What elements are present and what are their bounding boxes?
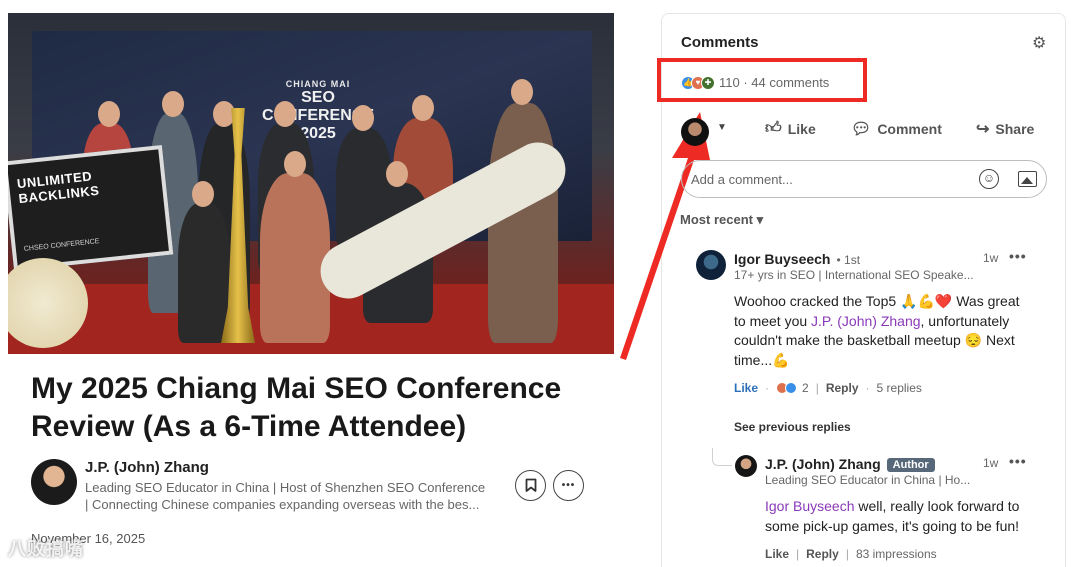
hero-person	[178, 203, 230, 343]
comment-actions: Like · 2 | Reply · 5 replies	[734, 381, 922, 395]
hero-person-head	[284, 151, 306, 177]
reply-author-name[interactable]: J.P. (John) Zhang Author	[765, 456, 935, 472]
chevron-down-icon[interactable]: ▼	[717, 122, 727, 133]
reply-reply-button[interactable]: Reply	[806, 547, 839, 561]
hero-person-head	[192, 181, 214, 207]
reply-author-avatar[interactable]	[735, 455, 757, 477]
author-bio-line-2: | Connecting Chinese companies expanding…	[85, 497, 480, 512]
article-more-button[interactable]: •••	[553, 470, 584, 501]
emoji-icon[interactable]: ☺	[979, 169, 999, 189]
save-article-button[interactable]	[515, 470, 546, 501]
comment-mention-link[interactable]: J.P. (John) Zhang	[811, 313, 920, 329]
comments-panel-title: Comments	[681, 34, 759, 51]
comment-reply-button[interactable]: Reply	[826, 381, 859, 395]
hero-person-head	[511, 79, 533, 105]
reply-body: Igor Buyseech well, really look forward …	[765, 497, 1040, 536]
share-button[interactable]: ↪ Share	[976, 119, 1034, 139]
more-horizontal-icon: •••	[561, 480, 576, 491]
like-button[interactable]: 👍︎ Like	[765, 119, 816, 138]
reply-mention-link[interactable]: Igor Buyseech	[765, 498, 855, 514]
hero-person	[488, 103, 558, 343]
reply-impressions: 83 impressions	[855, 547, 937, 561]
current-user-avatar[interactable]	[681, 118, 709, 146]
watermark-logo: 八败搞嘴	[8, 539, 84, 559]
commenter-avatar[interactable]	[696, 250, 726, 280]
thumbs-up-icon: 👍︎	[765, 120, 782, 137]
article-hero-image: CHIANG MAI SEO CONFERENCE 2025 UNLIMITED…	[8, 13, 614, 354]
commenter-name[interactable]: Igor Buyseech • 1st	[734, 251, 860, 267]
connection-degree: • 1st	[836, 253, 861, 267]
comment-like-button[interactable]: Like	[734, 381, 758, 395]
reply-like-button[interactable]: Like	[765, 547, 789, 561]
article-title: My 2025 Chiang Mai SEO Conference Review…	[31, 372, 562, 443]
author-bio-line-1: Leading SEO Educator in China | Host of …	[85, 480, 486, 495]
hero-person-head	[412, 95, 434, 121]
hero-person	[260, 173, 330, 343]
comment-replies-count[interactable]: 5 replies	[877, 381, 922, 395]
author-name[interactable]: J.P. (John) Zhang	[85, 459, 209, 476]
like-button-label: Like	[787, 120, 816, 137]
commenter-headline: 17+ yrs in SEO | International SEO Speak…	[734, 268, 974, 282]
comment-reaction-count[interactable]: 2	[802, 381, 809, 395]
bookmark-icon	[525, 478, 536, 492]
commenter-name-text[interactable]: Igor Buyseech	[734, 251, 830, 267]
hero-person-head	[386, 161, 408, 187]
image-icon[interactable]	[1018, 171, 1037, 187]
hero-backlinks-cheque: UNLIMITED BACKLINKS CHSEO CONFERENCE	[8, 144, 174, 272]
red-highlight-box	[657, 58, 867, 102]
reply-more-icon[interactable]: •••	[1009, 453, 1027, 469]
gear-icon[interactable]: ⚙	[1032, 36, 1048, 52]
author-bio: Leading SEO Educator in China | Host of …	[85, 479, 510, 513]
share-button-label: Share	[995, 121, 1035, 137]
add-comment-input[interactable]: Add a comment... ☺	[681, 160, 1047, 198]
comment-time: 1w	[983, 251, 999, 265]
author-avatar[interactable]	[31, 459, 77, 505]
hero-banner-top: CHIANG MAI	[285, 79, 351, 89]
see-previous-replies-link[interactable]: See previous replies	[734, 420, 851, 434]
author-badge: Author	[886, 458, 935, 472]
reply-author-name-text[interactable]: J.P. (John) Zhang	[765, 456, 881, 472]
reply-thread-line	[712, 448, 732, 466]
comment-more-icon[interactable]: •••	[1009, 248, 1027, 264]
comment-body: Woohoo cracked the Top5 🙏💪❤️ Was great t…	[734, 292, 1034, 370]
hero-person-head	[274, 101, 296, 127]
reply-actions: Like | Reply | 83 impressions	[765, 547, 937, 561]
post-action-bar: ▼ 👍︎ Like 💬︎ Comment ↪ Share	[681, 116, 1051, 146]
share-arrow-icon: ↪	[976, 121, 990, 138]
sort-dropdown[interactable]: Most recent ▾	[680, 212, 763, 228]
comment-icon: 💬︎	[851, 121, 872, 138]
hero-person-head	[162, 91, 184, 117]
hero-person-head	[98, 101, 120, 127]
like-reaction-icon	[785, 382, 798, 394]
reply-time: 1w	[983, 456, 999, 470]
reply-author-headline: Leading SEO Educator in China | Ho...	[765, 473, 971, 487]
hero-person-head	[352, 105, 374, 131]
comment-button[interactable]: 💬︎ Comment	[851, 119, 942, 139]
add-comment-placeholder: Add a comment...	[691, 172, 793, 187]
comment-button-label: Comment	[877, 121, 942, 137]
